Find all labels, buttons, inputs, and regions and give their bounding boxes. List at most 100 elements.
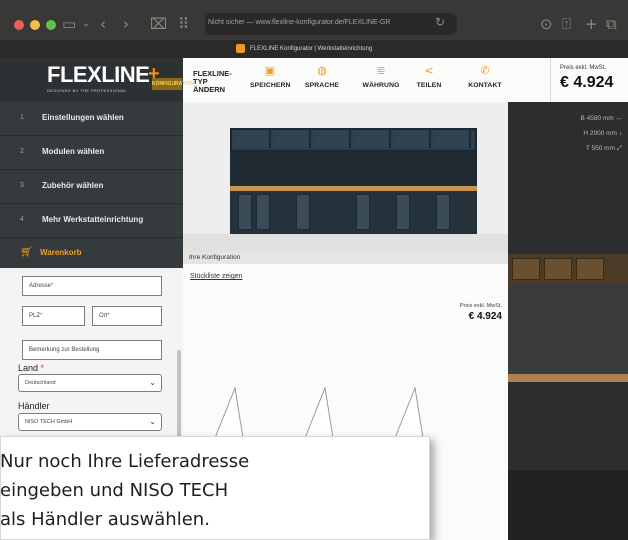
reload-icon[interactable]: ↻ <box>435 15 445 29</box>
logo[interactable]: FLEXLINE <box>47 62 150 88</box>
save-label: SPEICHERN <box>250 82 291 89</box>
save-button[interactable]: ▣ SPEICHERN <box>250 64 290 91</box>
contact-label: KONTAKT <box>468 82 502 89</box>
sidebar-item-cart[interactable]: 🛒︎ Warenkorb <box>0 238 183 268</box>
share-icon[interactable]: ⍐ <box>562 15 571 33</box>
minimize-window-button[interactable] <box>30 20 40 30</box>
header-divider <box>550 58 551 102</box>
contact-button[interactable]: ✆ KONTAKT <box>460 64 510 91</box>
wall-cabinet <box>314 130 351 148</box>
coins-icon: ≣ <box>376 64 386 77</box>
step-number: 2 <box>20 148 24 155</box>
right-wall <box>508 284 628 374</box>
required-mark: * <box>107 313 110 319</box>
drawer-unit <box>356 194 370 230</box>
tab-title: FLEXLINE Konfigurator | Werkstatteinrich… <box>250 46 373 52</box>
step-number: 4 <box>20 216 24 223</box>
required-mark: * <box>40 313 43 319</box>
callout-text: Nur noch Ihre Lieferadresse eingeben und… <box>0 447 420 534</box>
depth-dimension: T 550 mm ⤢ <box>585 145 622 152</box>
callout-line: eingeben und NISO TECH <box>0 480 229 501</box>
parts-list-link[interactable]: Stückliste zeigen <box>190 272 243 282</box>
drawer-unit <box>436 194 450 230</box>
perforated-wall <box>230 152 477 186</box>
language-button[interactable]: ◍ SPRACHE <box>302 64 342 91</box>
header-price-label: Preis exkl. MwSt. <box>560 65 607 71</box>
step-label: Mehr Werkstatteinrichtung <box>42 215 144 224</box>
share-label: TEILEN <box>416 82 442 89</box>
required-mark: * <box>40 363 45 373</box>
currency-button[interactable]: ≣ WÄHRUNG <box>358 64 404 91</box>
shelf-panel <box>576 258 604 280</box>
width-dimension: B 4580 mm ↔ <box>580 115 622 122</box>
right-bench <box>508 374 628 382</box>
header-price: € 4.924 <box>560 74 614 91</box>
remark-placeholder: Bemerkung zur Bestellung <box>29 347 100 353</box>
address-placeholder: Adresse <box>29 283 52 289</box>
globe-icon: ◍ <box>317 64 327 77</box>
render-floor <box>183 234 508 252</box>
logo-badge: KONFIGURATION <box>152 78 194 90</box>
download-icon[interactable]: ⊙ <box>540 15 553 33</box>
grid-icon[interactable]: ⠿ <box>178 15 189 33</box>
currency-label: WÄHRUNG <box>362 82 400 89</box>
step-label: Modulen wählen <box>42 147 105 156</box>
sidebar-step-workshop[interactable]: 4 Mehr Werkstatteinrichtung <box>0 204 183 238</box>
city-field[interactable]: Ort* <box>92 306 162 326</box>
remark-field[interactable]: Bemerkung zur Bestellung <box>22 340 162 360</box>
config-header: Ihre Konfiguration <box>183 252 508 264</box>
new-tab-icon[interactable]: + <box>585 15 598 33</box>
config-price: € 4.924 <box>468 311 502 322</box>
language-label: SPRACHE <box>305 82 339 89</box>
wall-cabinet <box>274 130 311 148</box>
sidebar-step-accessories[interactable]: 3 Zubehör wählen <box>0 170 183 204</box>
zip-placeholder: PLZ <box>29 313 41 319</box>
sidebar-toggle-icon[interactable]: ▭ <box>62 15 76 33</box>
form-scrollbar[interactable] <box>177 350 181 440</box>
chevron-down-icon: ⌄ <box>149 378 156 387</box>
address-field[interactable]: Adresse* <box>22 276 162 296</box>
cart-label: Warenkorb <box>40 248 82 257</box>
dealer-select[interactable]: NISO TECH GmbH ⌄ <box>18 413 162 431</box>
chevron-down-icon[interactable]: ⌄ <box>82 15 90 33</box>
step-label: Zubehör wählen <box>42 181 104 190</box>
forward-icon[interactable]: › <box>123 15 129 33</box>
wall-cabinet <box>434 130 471 148</box>
zoom-window-button[interactable] <box>46 20 56 30</box>
step-number: 1 <box>20 114 24 121</box>
sidebar-step-settings[interactable]: 1 Einstellungen wählen <box>0 102 183 136</box>
cart-icon: 🛒︎ <box>20 247 33 258</box>
dealer-label: Händler <box>18 401 50 411</box>
drawer-unit <box>296 194 310 230</box>
page: { "browser": { "url_text": "Nicht sicher… <box>0 0 628 540</box>
step-number: 3 <box>20 182 24 189</box>
window-controls <box>14 20 56 30</box>
wall-cabinet <box>394 130 431 148</box>
wall-cabinet <box>354 130 391 148</box>
tabs-icon[interactable]: ⧉ <box>606 15 617 33</box>
phone-icon: ✆ <box>480 64 490 77</box>
dealer-value: NISO TECH GmbH <box>25 419 73 425</box>
zip-field[interactable]: PLZ* <box>22 306 85 326</box>
required-mark: * <box>51 283 54 289</box>
country-select[interactable]: Deutschland ⌄ <box>18 374 162 392</box>
reader-icon[interactable]: ⌧ <box>150 15 167 33</box>
sidebar-step-modules[interactable]: 2 Modulen wählen <box>0 136 183 170</box>
right-floor <box>508 470 628 540</box>
share-icon: < <box>424 64 434 77</box>
change-type-button[interactable]: FLEXLINE-TYP ÄNDERN <box>193 70 237 94</box>
drawer-unit <box>238 194 252 230</box>
drawer-unit <box>256 194 270 230</box>
callout-line: Nur noch Ihre Lieferadresse <box>0 451 250 472</box>
shelf-panel <box>512 258 540 280</box>
back-icon[interactable]: ‹ <box>100 15 106 33</box>
country-value: Deutschland <box>25 380 56 386</box>
floppy-icon: ▣ <box>264 64 276 77</box>
height-dimension: H 2000 mm ↕ <box>583 130 622 137</box>
country-label-text: Land <box>18 363 39 373</box>
share-button[interactable]: < TEILEN <box>414 64 444 91</box>
wall-cabinet <box>234 130 271 148</box>
config-price-label: Preis exkl. MwSt. <box>459 303 502 309</box>
close-window-button[interactable] <box>14 20 24 30</box>
shelf-panel <box>544 258 572 280</box>
